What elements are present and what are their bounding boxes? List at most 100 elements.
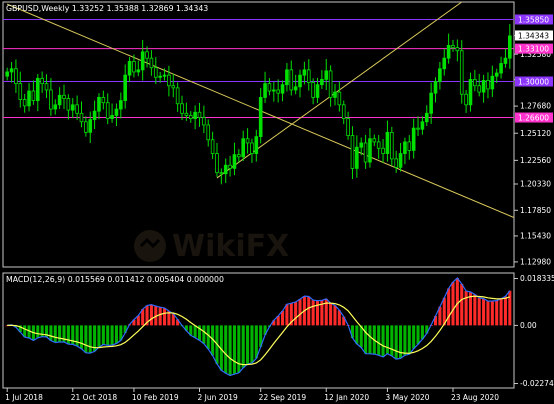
macd-bar: [84, 325, 88, 353]
candle-body: [442, 57, 447, 70]
macd-bar: [237, 325, 241, 373]
time-tick-label: 1 Jul 2018: [5, 393, 43, 402]
macd-bar: [364, 325, 368, 354]
candle-body: [320, 78, 324, 86]
macd-bar: [455, 278, 459, 326]
macd-bar: [298, 299, 302, 326]
candle-body: [250, 142, 254, 154]
macd-bar: [224, 325, 228, 374]
candle-body: [337, 91, 342, 106]
candle-body: [333, 91, 337, 98]
candle-body: [468, 78, 473, 106]
macd-bar: [193, 325, 197, 338]
candle-body: [22, 99, 27, 107]
candle-body: [359, 142, 364, 148]
candle-body: [110, 115, 114, 119]
candle-body: [263, 83, 267, 98]
candle-body: [101, 97, 106, 104]
macd-bar: [464, 290, 468, 326]
candle-body: [407, 141, 412, 151]
macd-bar: [390, 325, 394, 356]
macd-bar: [368, 325, 372, 354]
candle-body: [306, 69, 311, 83]
candle-body: [315, 84, 320, 98]
macd-bar: [307, 296, 311, 326]
candle-body: [464, 93, 468, 106]
macd-tick-label: 0.018335: [520, 274, 554, 283]
candle-body: [376, 141, 381, 149]
candle-body: [424, 112, 429, 123]
watermark-text: WikiFX: [172, 229, 289, 264]
macd-bar: [254, 325, 258, 359]
macd-bar: [451, 281, 455, 326]
macd-bar: [149, 304, 153, 326]
chart-svg: WikiFX 1.343431.325801.301651.276801.251…: [2, 1, 554, 402]
candle-body: [302, 69, 307, 76]
candle-body: [175, 87, 180, 105]
macd-bar: [202, 325, 206, 344]
macd-bar: [407, 325, 411, 355]
candle-body: [153, 67, 158, 78]
candle-body: [494, 72, 499, 77]
candle-body: [14, 68, 18, 85]
candle-body: [70, 104, 75, 111]
macd-bar: [294, 302, 298, 326]
macd-bar: [355, 325, 359, 344]
candle-body: [293, 86, 298, 91]
macd-tick-label: 0.00: [520, 321, 537, 330]
candle-body: [202, 117, 206, 126]
candle-body: [92, 110, 97, 121]
macd-bar: [333, 305, 337, 326]
macd-bar: [495, 300, 499, 326]
macd-title: MACD(12,26,9) 0.015569 0.011412 0.005404…: [6, 275, 224, 284]
candle-body: [97, 97, 101, 112]
candle-body: [398, 153, 403, 168]
macd-bar: [377, 325, 381, 356]
time-tick-label: 2 Jun 2019: [197, 393, 238, 402]
candle-body: [9, 68, 14, 73]
candle-body: [490, 75, 495, 90]
candle-body: [123, 74, 127, 101]
macd-bar: [403, 325, 407, 356]
candle-body: [105, 102, 110, 119]
macd-bar: [447, 288, 451, 326]
candle-body: [219, 172, 224, 175]
candle-body: [346, 118, 350, 136]
candle-body: [298, 74, 302, 88]
candle-body: [486, 80, 490, 90]
candle-body: [140, 51, 145, 71]
candle-body: [35, 77, 40, 101]
price-level-tag-label: 1.33100: [518, 45, 549, 54]
candle-body: [328, 70, 333, 98]
candle-body: [132, 60, 136, 73]
time-axis: 1 Jul 2018 21 Oct 2018 10 Feb 2019 2 Jun 20…: [5, 388, 499, 402]
candle-body: [31, 90, 36, 101]
macd-bar: [58, 325, 62, 342]
macd-bar: [412, 325, 416, 349]
time-tick-label: 21 Oct 2018: [71, 393, 118, 402]
macd-bar: [482, 298, 486, 326]
candle-body: [119, 100, 123, 110]
candle-body: [167, 74, 171, 87]
candle-body: [5, 71, 9, 77]
macd-tick-label: -0.022748: [520, 379, 554, 388]
candle-body: [503, 57, 508, 64]
watermark-logo: WikiFX: [134, 229, 289, 264]
candle-body: [180, 103, 184, 114]
candle-body: [62, 94, 66, 99]
candle-body: [341, 104, 346, 119]
candle-body: [363, 142, 368, 163]
macd-bar: [503, 296, 507, 326]
candle-body: [114, 108, 119, 116]
price-tick-label: 1.25120: [520, 129, 551, 138]
candle-body: [411, 127, 416, 151]
candle-body: [289, 69, 294, 91]
time-tick-label: 12 Jan 2020: [324, 393, 369, 402]
candle-body: [385, 131, 390, 154]
candle-body: [44, 83, 49, 91]
macd-bar: [246, 325, 250, 365]
price-tick-label: 1.17850: [520, 206, 551, 215]
candle-body: [158, 75, 162, 78]
macd-axis: 0.018335 0.00 -0.022748: [514, 274, 554, 388]
candle-body: [311, 82, 315, 98]
